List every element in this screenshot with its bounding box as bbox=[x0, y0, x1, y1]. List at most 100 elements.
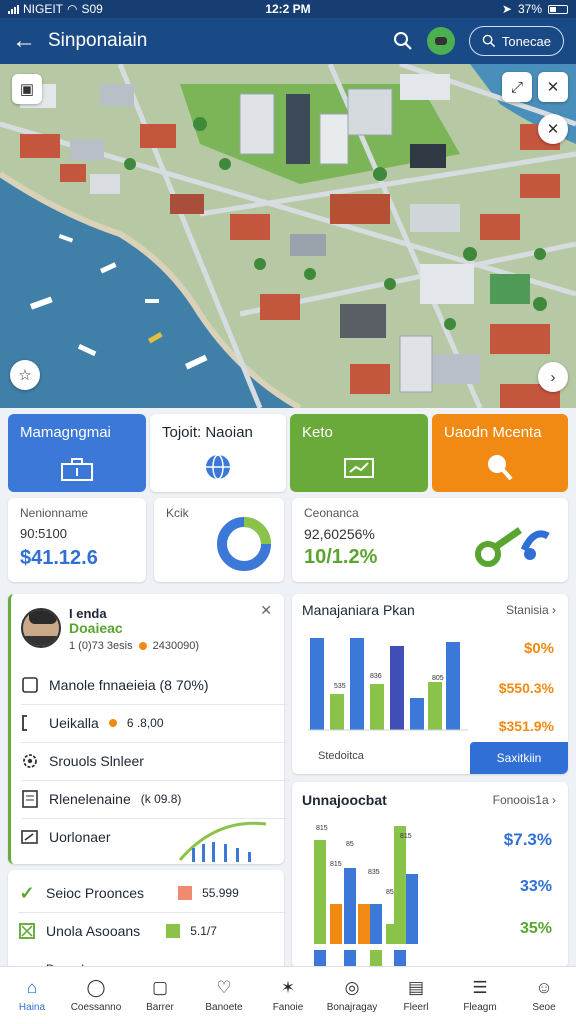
bottom-nav-item[interactable]: ✶ Fanoie bbox=[256, 967, 320, 1024]
bottom-nav-label: Banoete bbox=[205, 1002, 243, 1013]
star-icon[interactable]: ☆ bbox=[10, 360, 40, 390]
profile-role: Doaieac bbox=[69, 620, 123, 636]
status-dot-icon bbox=[138, 642, 147, 650]
tile-media[interactable]: Uaodn Mcenta bbox=[432, 414, 568, 492]
back-arrow-icon[interactable]: ← bbox=[12, 27, 40, 55]
chart-bar bbox=[446, 642, 460, 730]
stat-label: Ceonanca bbox=[304, 506, 359, 520]
close-icon[interactable]: ✕ bbox=[260, 602, 272, 619]
bottom-nav-item[interactable]: ♡ Banoete bbox=[192, 967, 256, 1024]
checkmark-icon: ✓ bbox=[19, 882, 35, 903]
bottom-nav-label: Fleagm bbox=[463, 1002, 497, 1013]
bottom-nav-item[interactable]: ☺ Seoe bbox=[512, 967, 576, 1024]
search-icon bbox=[482, 34, 495, 48]
chart-bar bbox=[394, 826, 406, 944]
globe-icon: ◎ bbox=[344, 978, 360, 997]
tick-label: 815 bbox=[330, 861, 342, 868]
list-item-label: Ueikalla bbox=[49, 715, 99, 731]
chart-bar bbox=[358, 904, 370, 944]
legend-value: $0% bbox=[523, 640, 554, 657]
chart-board-icon bbox=[344, 458, 374, 478]
stat-card-total[interactable]: Nenionname 90:5100 $41.12.6 bbox=[8, 498, 146, 582]
stat-card-growth[interactable]: Ceonanca 92,60256% 10/1.2% bbox=[292, 498, 568, 582]
tile-keto[interactable]: Keto bbox=[290, 414, 428, 492]
chart-link[interactable]: Fonoois1a › bbox=[493, 793, 556, 807]
tile-label: Mamagngmai bbox=[20, 424, 111, 441]
list-item-value: (k 09.8) bbox=[140, 792, 182, 806]
stat-value: $41.12.6 bbox=[20, 547, 98, 569]
swatch bbox=[178, 886, 193, 900]
mini-trend-chart bbox=[178, 821, 267, 862]
legend-value: 35% bbox=[519, 920, 552, 937]
layers-icon[interactable]: ▣ bbox=[12, 74, 42, 104]
chart-bar bbox=[330, 694, 344, 730]
stat-sub: 90:5100 bbox=[20, 526, 67, 541]
bar-value-label: 805 bbox=[432, 675, 444, 682]
list-item[interactable]: Ueikalla 6 .8,00 bbox=[21, 714, 164, 732]
chart-action-button[interactable]: Saxitkiin bbox=[470, 742, 568, 774]
legend-value: $7.3% bbox=[503, 830, 552, 849]
profile-avatar[interactable] bbox=[21, 608, 61, 648]
checkbox-icon bbox=[18, 922, 36, 940]
dot-icon bbox=[108, 719, 117, 727]
profile-icon: ☺ bbox=[535, 978, 553, 997]
bottom-nav-label: Haina bbox=[18, 1002, 46, 1013]
battery-icon bbox=[548, 4, 568, 14]
bottom-nav-label: Bonajragay bbox=[326, 1002, 378, 1013]
bell-icon: ♡ bbox=[216, 978, 232, 997]
search-icon[interactable] bbox=[393, 31, 413, 51]
list-item[interactable]: Uorlonaer bbox=[21, 828, 110, 846]
list-item[interactable]: Manole fnnaeieia (8 70%) bbox=[21, 676, 209, 694]
stat-card-donut[interactable]: Kcik bbox=[154, 498, 284, 582]
doc-icon: ▤ bbox=[407, 978, 425, 997]
briefcase-icon bbox=[61, 458, 93, 481]
bottom-nav-item[interactable]: ▤ Fleerl bbox=[384, 967, 448, 1024]
home-icon: ⌂ bbox=[26, 978, 38, 997]
tick-label: 85 bbox=[346, 841, 354, 848]
bottom-nav-label: Fanoie bbox=[272, 1002, 304, 1013]
app-bar: ← Sinponaiain Tonecae bbox=[0, 18, 576, 64]
bottom-nav-item[interactable]: ◯ Coessanno bbox=[64, 967, 128, 1024]
profile-meta: 1 (0)73 3esis bbox=[69, 640, 133, 652]
user-avatar[interactable] bbox=[426, 27, 455, 55]
chart-bar bbox=[406, 874, 418, 944]
bracket-icon bbox=[21, 714, 39, 732]
divider bbox=[21, 704, 289, 705]
close-icon[interactable]: ✕ bbox=[538, 114, 568, 144]
chevron-right-icon[interactable]: › bbox=[538, 362, 568, 392]
list-item-label: Uorlonaer bbox=[49, 829, 111, 845]
list-item[interactable]: Unola Asooans 5.1/7 bbox=[18, 922, 217, 940]
chart-bar bbox=[370, 684, 384, 730]
bottom-nav-item[interactable]: ⌂ Haina bbox=[0, 967, 64, 1024]
status-time: 12:2 PM bbox=[265, 2, 311, 16]
chart-bar bbox=[314, 840, 326, 944]
check-value: 5.1/7 bbox=[190, 924, 217, 938]
legend-value: $550.3% bbox=[498, 680, 554, 696]
chart-link[interactable]: Stanisia › bbox=[506, 603, 556, 617]
bottom-nav-item[interactable]: ◎ Bonajragay bbox=[320, 967, 384, 1024]
chevron-right-icon: › bbox=[552, 603, 556, 617]
bottom-nav-item[interactable]: ▢ Barrer bbox=[128, 967, 192, 1024]
expand-icon[interactable]: ⤢ bbox=[502, 72, 532, 102]
bottom-nav-item[interactable]: ☰ Fleagm bbox=[448, 967, 512, 1024]
header-action-button[interactable]: Tonecae bbox=[468, 26, 564, 56]
tile-management[interactable]: Mamagngmai bbox=[8, 414, 146, 492]
tile-label: Uaodn Mcenta bbox=[444, 424, 542, 441]
list-item[interactable]: Srouols Slnleer bbox=[21, 752, 144, 770]
bottom-nav-label: Coessanno bbox=[70, 1002, 122, 1013]
chart-bar bbox=[344, 868, 356, 944]
tick-label: 815 bbox=[316, 825, 328, 832]
bottom-navigation: ⌂ Haina ◯ Coessanno ▢ Barrer ♡ Banoete ✶ Fanoie ◎ B… bbox=[0, 966, 576, 1024]
list-item-label: Srouols Slnleer bbox=[49, 753, 144, 769]
list-item[interactable]: Rlenelenaine (k 09.8) bbox=[21, 790, 181, 808]
tile-project[interactable]: Tojoit: Naoian bbox=[150, 414, 286, 492]
magnifier-icon bbox=[488, 455, 513, 481]
chevron-right-icon: › bbox=[552, 793, 556, 807]
city-map[interactable]: ▣ ⤢ ✕ ✕ ☆ › bbox=[0, 64, 576, 408]
bag-icon: ▢ bbox=[151, 978, 169, 997]
donut-chart bbox=[217, 517, 271, 571]
list-item[interactable]: ✓ Seioc Proonces 55.999 bbox=[18, 882, 238, 903]
tick-label: 85 bbox=[386, 889, 394, 896]
collapse-icon[interactable]: ✕ bbox=[538, 72, 568, 102]
trend-link-icon bbox=[475, 527, 550, 567]
